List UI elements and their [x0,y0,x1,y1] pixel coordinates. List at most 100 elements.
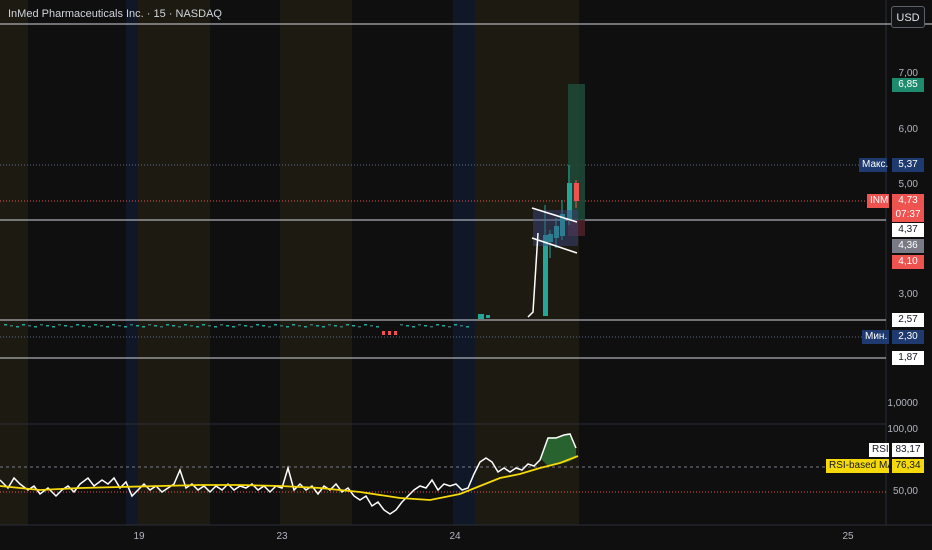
candle [124,326,127,328]
candle [34,326,37,328]
candle [382,331,385,335]
candle [166,324,169,326]
time-tick: 25 [842,531,854,542]
max-tag: Макс. [859,158,888,172]
min-tag: Мин. [862,330,889,344]
candle [442,325,445,327]
candle [88,326,91,328]
last-price-value: 4,73 [898,195,918,206]
candle [316,325,319,327]
session-shading [0,0,579,525]
candle [28,325,31,327]
candle [58,324,61,326]
candle [364,324,367,326]
candle [274,324,277,326]
candle [244,325,247,327]
level-label: 4,37 [892,223,924,237]
candle [424,325,427,327]
candle [202,324,205,326]
candle [346,324,349,326]
candle [262,325,265,327]
last-price-label: 4,73 07:37 [892,194,924,222]
price-tick: 3,00 [898,289,918,300]
bar-countdown: 07:37 [895,209,921,220]
candle [100,325,103,327]
candle [4,324,7,326]
symbol-title[interactable]: InMed Pharmaceuticals Inc. · 15 · NASDAQ [8,8,222,20]
candle [22,324,25,326]
candle [52,326,55,328]
flat-candles [4,324,469,335]
candle [370,325,373,327]
time-tick: 24 [449,531,461,542]
candle [466,326,469,328]
candle [286,326,289,328]
candle [46,325,49,327]
candle [328,324,331,326]
candle [304,326,307,328]
candle [112,324,115,326]
candle [412,326,415,328]
time-tick: 19 [133,531,145,542]
candle [334,325,337,327]
candle [130,324,133,326]
candle [172,325,175,327]
symbol-tag: INM [867,194,889,208]
candle [196,326,199,328]
min-price-label: 2,30 [892,330,924,344]
rsi-tick: 100,00 [887,424,918,435]
candle [232,326,235,328]
candle [454,324,457,326]
time-tick: 23 [276,531,288,542]
candle [70,326,73,328]
candle [448,326,451,328]
rsi-tick: 50,00 [892,486,918,497]
level-label: 1,87 [892,351,924,365]
currency-button[interactable]: USD [891,6,925,28]
price-tick: 1,0000 [887,398,918,409]
candle [142,326,145,328]
candle [214,326,217,328]
rsi-ma-value-label: 76,34 [892,459,924,473]
candle [280,325,283,327]
candle [82,325,85,327]
level-label: 2,57 [892,313,924,327]
target-price-label: 6,85 [892,78,924,92]
candle [160,326,163,328]
candle [400,324,403,326]
candle [184,324,187,326]
candle [268,326,271,328]
candle [394,331,397,335]
candle [388,331,391,335]
candle [178,326,181,328]
candle [16,326,19,328]
candle [10,325,13,327]
candle [40,324,43,326]
level-label: 4,36 [892,239,924,253]
chart-canvas[interactable] [0,0,932,550]
candle [460,325,463,327]
candle [340,326,343,328]
candle [238,324,241,326]
candle [136,325,139,327]
candle [118,325,121,327]
candle [292,324,295,326]
candle [76,324,79,326]
level-label: 4,10 [892,255,924,269]
candle [226,325,229,327]
candle [418,324,421,326]
candle [376,326,379,328]
candle [352,325,355,327]
candle [358,326,361,328]
rsi-ma-tag: RSI-based MA [826,459,894,473]
candle [190,325,193,327]
price-tick: 5,00 [898,179,918,190]
price-tick: 6,00 [898,124,918,135]
candle [94,324,97,326]
candle [220,324,223,326]
max-price-label: 5,37 [892,158,924,172]
candle [154,325,157,327]
candle [64,325,67,327]
rsi-tag: RSI [869,443,889,457]
rsi-value-label: 83,17 [892,443,924,457]
